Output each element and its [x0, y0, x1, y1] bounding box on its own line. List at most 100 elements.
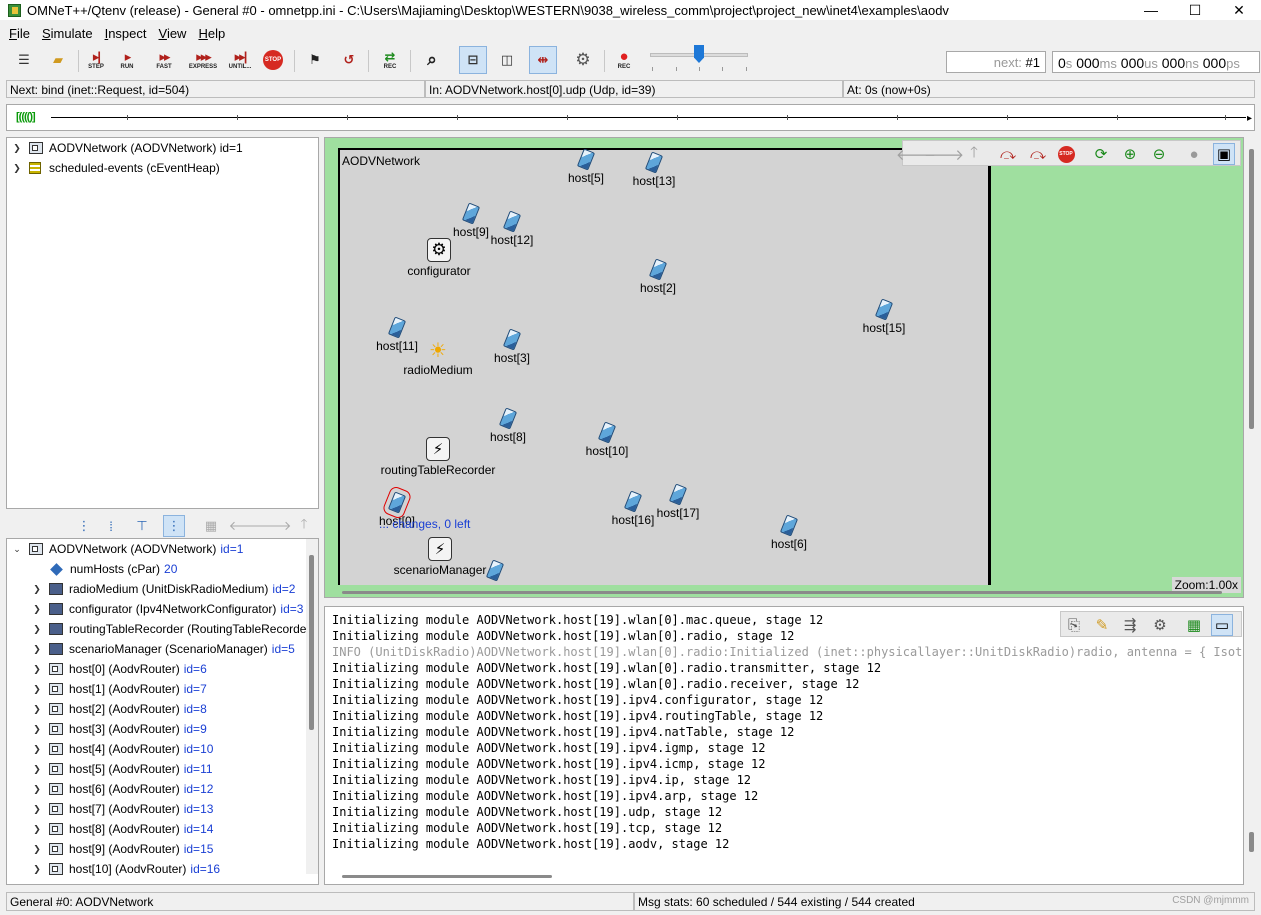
host-node[interactable]: host[3] [492, 328, 532, 365]
inspector-forward-button[interactable]: 🡒 [257, 515, 292, 537]
fast-into-button[interactable]: ⤼ [1027, 143, 1049, 165]
layout-vertical-button[interactable]: ◫ [493, 46, 521, 74]
log-viewer[interactable]: Initializing module AODVNetwork.host[19]… [324, 606, 1244, 885]
stop-button[interactable]: STOP [259, 46, 287, 74]
canvas-mode-button[interactable]: ▣ [1213, 143, 1235, 165]
log-messages-button[interactable]: ▦ [1183, 614, 1205, 636]
animation-toggle-button[interactable]: ● [1183, 143, 1205, 165]
inspect-inheritance-button[interactable]: ⊤ [131, 515, 153, 537]
inspector-row[interactable]: ❯ radioMedium (UnitDiskRadioMedium) id=2 [31, 579, 295, 599]
inspector-row[interactable]: ❯ host[1] (AodvRouter) id=7 [31, 679, 207, 699]
zoom-out-button[interactable]: ⊖ [1148, 143, 1170, 165]
inspect-children-button[interactable]: ⁞ [100, 515, 122, 537]
new-run-button[interactable]: ☰ [10, 46, 38, 74]
load-network-button[interactable]: ▰ [44, 46, 72, 74]
filter-log-button[interactable]: ⇶ [1119, 614, 1141, 636]
step-into-button[interactable]: ⤼ [997, 143, 1019, 165]
inspector-row[interactable]: ❯ configurator (Ipv4NetworkConfigurator) i… [31, 599, 303, 619]
host-node[interactable]: host[11] [376, 316, 418, 353]
rebuild-button[interactable]: ↺ [335, 46, 363, 74]
chevron-right-icon[interactable]: ❯ [31, 844, 43, 855]
event-timeline[interactable]: [(((()] ▸ [6, 104, 1255, 131]
chevron-right-icon[interactable]: ❯ [31, 744, 43, 755]
canvas-up-button[interactable]: 🡑 [963, 143, 985, 165]
chevron-right-icon[interactable]: ❯ [31, 684, 43, 695]
inspect-flat-button[interactable]: ⋮ [163, 515, 185, 537]
video-record-button[interactable]: ● REC [610, 46, 638, 74]
chevron-right-icon[interactable]: ❯ [31, 764, 43, 775]
host-node[interactable]: host[15] [863, 298, 905, 335]
chevron-right-icon[interactable]: ❯ [31, 704, 43, 715]
inspector-row[interactable]: ❯ routingTableRecorder (RoutingTableRecor… [31, 619, 318, 639]
host-node[interactable]: host[16] [612, 490, 654, 527]
maximize-button[interactable]: ☐ [1173, 0, 1217, 20]
inspector-back-button[interactable]: 🡐 [229, 515, 264, 537]
chevron-right-icon[interactable]: ❯ [31, 604, 43, 615]
host-node[interactable]: host[13] [633, 151, 675, 188]
host-node[interactable]: host[9] [451, 202, 491, 239]
chevron-right-icon[interactable]: ❯ [31, 644, 43, 655]
find-button[interactable]: ⌕ [418, 46, 446, 74]
run-button[interactable]: ▸ RUN [113, 46, 141, 74]
radio-node[interactable]: ☀ radioMedium [403, 341, 472, 377]
recorder-node[interactable]: ⚡ scenarioManager [394, 537, 486, 577]
menu-view[interactable]: View [153, 26, 193, 41]
log-settings-button[interactable]: ⚙ [1149, 614, 1171, 636]
host-node[interactable]: host[2] [638, 258, 678, 295]
chevron-right-icon[interactable]: ❯ [31, 624, 43, 635]
chevron-right-icon[interactable]: ❯ [11, 143, 23, 154]
until-button[interactable]: ▸▸| UNTIL... [226, 46, 254, 74]
chevron-right-icon[interactable]: ❯ [31, 864, 43, 875]
chevron-down-icon[interactable]: ⌄ [11, 544, 23, 555]
canvas-forward-button[interactable]: 🡒 [924, 143, 964, 165]
inspect-as-tree-button[interactable]: ⋮ [73, 515, 95, 537]
fast-button[interactable]: ▸▸ FAST [150, 46, 178, 74]
tree-row-aodvnetwork[interactable]: ❯ AODVNetwork (AODVNetwork) id=1 [11, 138, 243, 158]
timeline-event-badge[interactable]: [(((()] [16, 111, 36, 123]
chevron-right-icon[interactable]: ❯ [31, 584, 43, 595]
host-node[interactable]: host[8] [488, 407, 528, 444]
timeline-toggle-button[interactable]: ⇹ [529, 46, 557, 74]
inspector-row[interactable]: ❯ host[5] (AodvRouter) id=11 [31, 759, 212, 779]
find-log-button[interactable]: ✎ [1091, 614, 1113, 636]
express-button[interactable]: ▸▸▸ EXPRESS [189, 46, 217, 74]
recorder-node[interactable]: ⚡ routingTableRecorder [381, 437, 495, 477]
log-output-button[interactable]: ▭ [1211, 614, 1233, 636]
menu-help[interactable]: Help [192, 26, 231, 41]
chevron-right-icon[interactable]: ❯ [31, 804, 43, 815]
inspector-row[interactable]: ❯ host[6] (AodvRouter) id=12 [31, 779, 213, 799]
event-recording-button[interactable]: ⇄ REC [376, 46, 404, 74]
inspector-row[interactable]: ❯ host[4] (AodvRouter) id=10 [31, 739, 213, 759]
layout-horizontal-button[interactable]: ⊟ [459, 46, 487, 74]
chevron-right-icon[interactable]: ❯ [31, 784, 43, 795]
inspect-grid-button[interactable]: ▦ [200, 515, 222, 537]
inspector-row[interactable]: ❯ host[0] (AodvRouter) id=6 [31, 659, 207, 679]
close-button[interactable]: ✕ [1217, 0, 1261, 20]
configurator-node[interactable]: ⚙ configurator [407, 238, 471, 278]
menu-file[interactable]: File [3, 26, 36, 41]
canvas-stop-button[interactable]: STOP [1055, 143, 1077, 165]
network-canvas[interactable]: AODVNetwork host[5] host[13] host[9] host[1… [324, 137, 1244, 598]
inspector-row[interactable]: ❯ host[10] (AodvRouter) id=16 [31, 859, 220, 879]
inspector-up-button[interactable]: 🡑 [293, 515, 315, 537]
menu-inspect[interactable]: Inspect [99, 26, 153, 41]
chevron-right-icon[interactable]: ❯ [31, 724, 43, 735]
host-node[interactable]: host[6] [769, 514, 809, 551]
host-node[interactable]: host[5] [566, 148, 606, 185]
inspector-row[interactable]: ❯ host[7] (AodvRouter) id=13 [31, 799, 213, 819]
chevron-right-icon[interactable]: ❯ [11, 163, 23, 174]
minimize-button[interactable]: — [1129, 0, 1173, 20]
inspector-row[interactable]: ❯ scenarioManager (ScenarioManager) id=5 [31, 639, 295, 659]
inspector-row[interactable]: ❯ host[9] (AodvRouter) id=15 [31, 839, 213, 859]
inspector-row[interactable]: ❯ host[8] (AodvRouter) id=14 [31, 819, 213, 839]
inspector-row[interactable]: numHosts (cPar) 20 [31, 559, 177, 579]
host-node[interactable]: host[17] [657, 483, 699, 520]
tree-row-root[interactable]: ⌄ AODVNetwork (AODVNetwork) id=1 [11, 539, 243, 559]
chevron-right-icon[interactable]: ❯ [31, 664, 43, 675]
menu-simulate[interactable]: Simulate [36, 26, 99, 41]
inspector-row[interactable]: ❯ host[3] (AodvRouter) id=9 [31, 719, 207, 739]
preferences-button[interactable]: ⚙ [569, 46, 597, 74]
host-node[interactable]: host[12] [491, 210, 533, 247]
step-button[interactable]: ▸| STEP [82, 46, 110, 74]
copy-log-button[interactable]: ⎘ [1063, 614, 1085, 636]
